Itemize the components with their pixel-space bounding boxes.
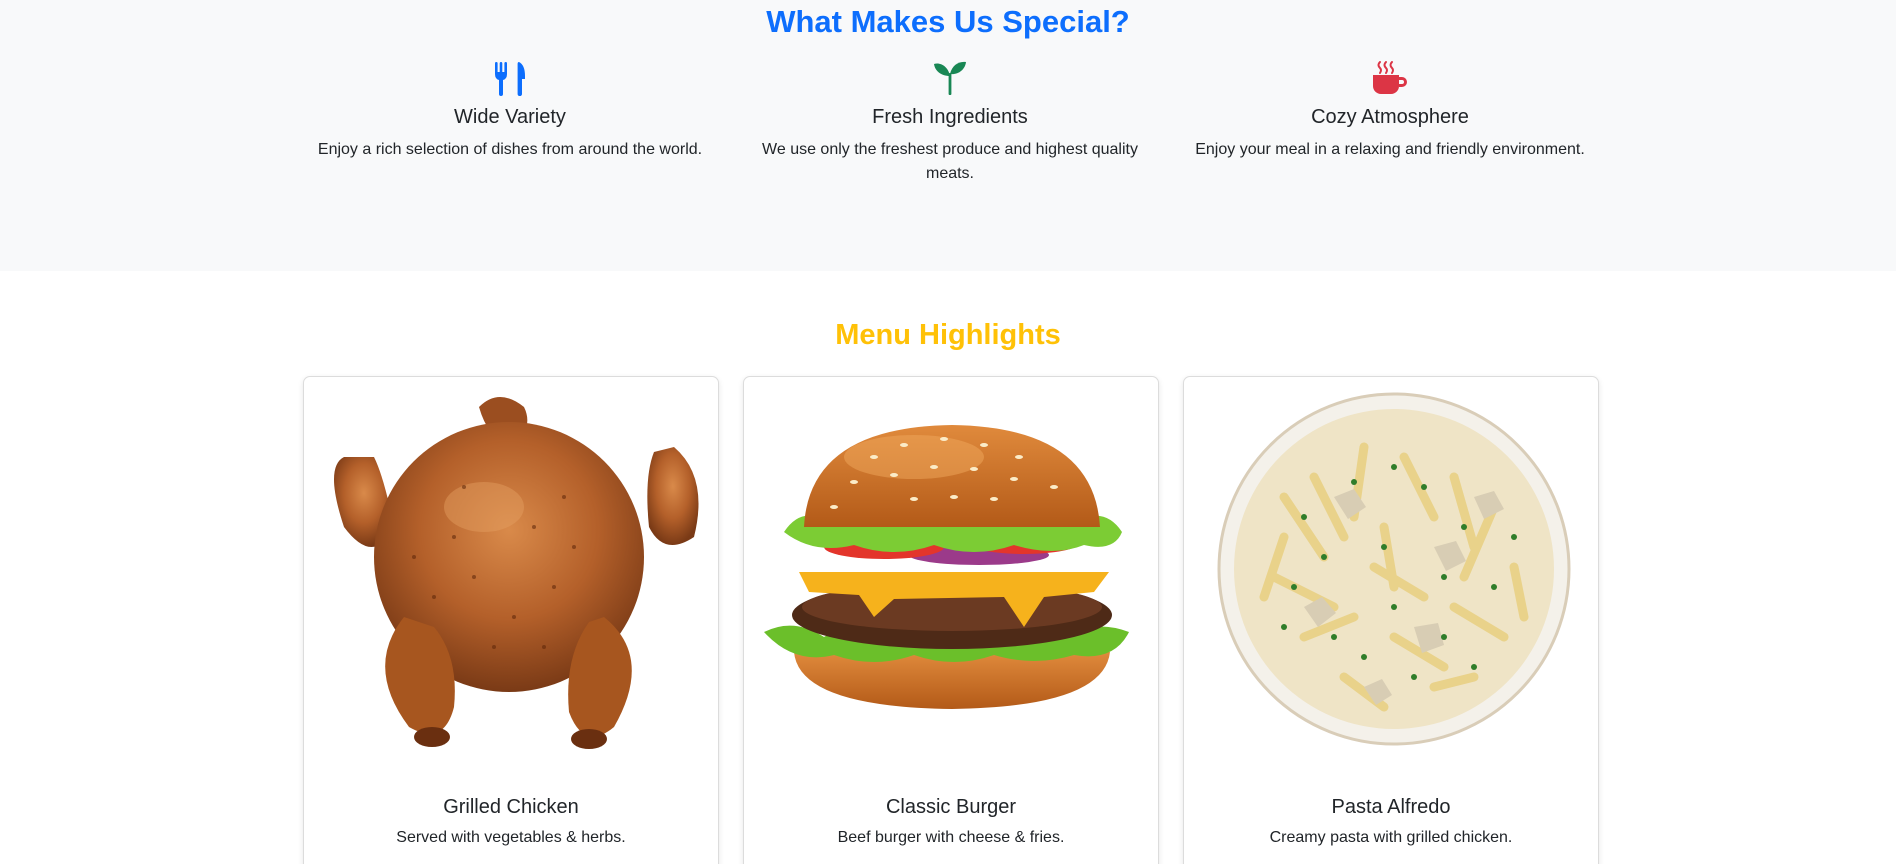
menu-item-title: Grilled Chicken xyxy=(443,796,579,818)
menu-item-description: Served with vegetables & herbs. xyxy=(396,829,626,846)
pasta-alfredo-image xyxy=(1194,387,1590,777)
feature-text: Enjoy a rich selection of dishes from ar… xyxy=(317,141,703,158)
features-section: What Makes Us Special? Wide Variety Enjo… xyxy=(0,0,1896,271)
utensils-icon xyxy=(310,60,710,96)
menu-card-pasta-alfredo[interactable]: Pasta Alfredo Creamy pasta with grilled … xyxy=(1183,376,1599,864)
feature-title: Cozy Atmosphere xyxy=(1311,106,1469,128)
menu-item-title: Classic Burger xyxy=(885,796,1017,818)
feature-title: Fresh Ingredients xyxy=(872,106,1028,128)
coffee-cup-icon xyxy=(1190,60,1590,96)
menu-highlights-section: Menu Highlights Grilled Chicken Served w… xyxy=(0,271,1896,864)
menu-card-grilled-chicken[interactable]: Grilled Chicken Served with vegetables &… xyxy=(303,376,719,864)
feature-cozy-atmosphere: Cozy Atmosphere Enjoy your meal in a rel… xyxy=(1190,60,1590,162)
sprout-icon xyxy=(750,60,1150,96)
feature-wide-variety: Wide Variety Enjoy a rich selection of d… xyxy=(310,60,710,162)
feature-text: Enjoy your meal in a relaxing and friend… xyxy=(1195,141,1585,158)
menu-item-title: Pasta Alfredo xyxy=(1331,796,1451,818)
feature-text: We use only the freshest produce and hig… xyxy=(762,141,1138,182)
menu-item-description: Beef burger with cheese & fries. xyxy=(837,829,1065,846)
grilled-chicken-image xyxy=(314,387,710,777)
feature-fresh-ingredients: Fresh Ingredients We use only the freshe… xyxy=(750,60,1150,186)
menu-card-classic-burger[interactable]: Classic Burger Beef burger with cheese &… xyxy=(743,376,1159,864)
menu-item-description: Creamy pasta with grilled chicken. xyxy=(1269,829,1513,846)
features-heading: What Makes Us Special? xyxy=(766,4,1130,39)
menu-heading: Menu Highlights xyxy=(835,319,1061,351)
classic-burger-image xyxy=(754,387,1150,777)
feature-title: Wide Variety xyxy=(454,106,566,128)
